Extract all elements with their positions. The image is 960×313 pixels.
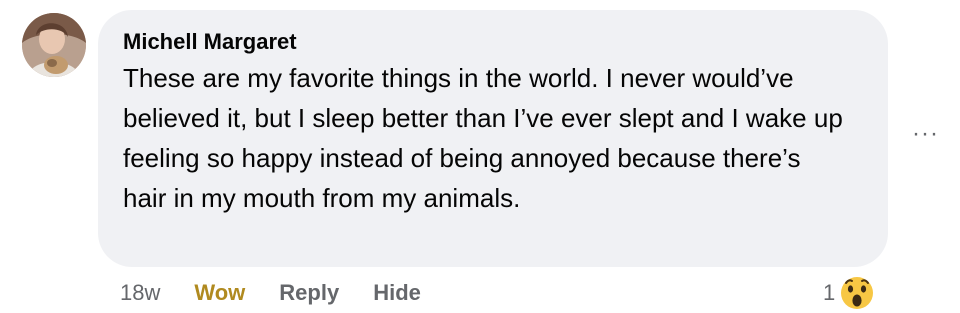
more-options-icon[interactable]: ··· <box>912 120 939 148</box>
hide-button[interactable]: Hide <box>373 278 421 308</box>
avatar[interactable] <box>22 13 86 77</box>
avatar-photo <box>22 13 86 77</box>
comment-text: These are my favorite things in the worl… <box>123 63 843 213</box>
reaction-button[interactable]: Wow <box>194 278 245 308</box>
comment-timestamp[interactable]: 18w <box>120 278 160 308</box>
comment-bubble: Michell Margaret These are my favorite t… <box>98 10 888 267</box>
reaction-count: 1 <box>823 280 836 305</box>
comment-actions: 18w Wow Reply Hide <box>120 278 421 308</box>
reply-button[interactable]: Reply <box>279 278 339 308</box>
comment-author[interactable]: Michell Margaret <box>123 28 864 56</box>
wow-emoji-icon <box>838 274 876 312</box>
reaction-summary[interactable]: 1 <box>823 274 877 312</box>
